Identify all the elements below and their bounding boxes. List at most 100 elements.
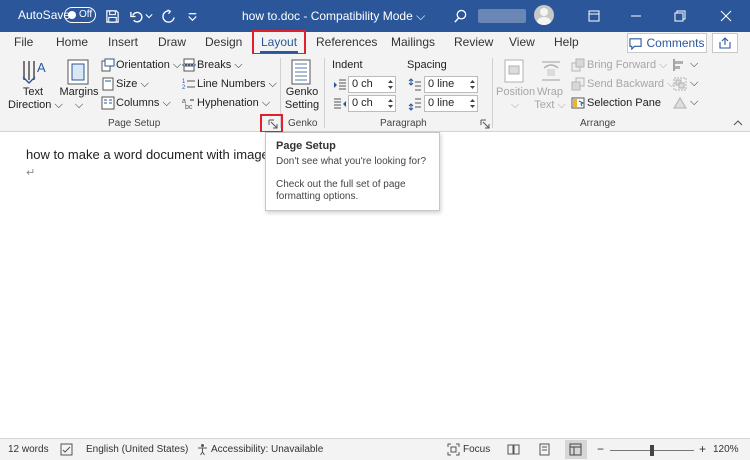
group-separator	[492, 58, 493, 128]
accessibility-status[interactable]: Accessibility: Unavailable	[211, 444, 323, 455]
collapse-ribbon-icon[interactable]	[733, 118, 743, 128]
redo-icon[interactable]	[158, 5, 178, 27]
hyphenation-icon[interactable]: a bc	[182, 96, 196, 111]
wrap-text-icon[interactable]	[540, 58, 562, 84]
tab-file[interactable]: File	[14, 35, 33, 49]
tooltip-body: Check out the full set of page formattin…	[276, 179, 406, 202]
avatar[interactable]	[534, 5, 554, 25]
genko-setting-button[interactable]: Genko Setting	[284, 86, 320, 112]
indent-label: Indent	[332, 59, 363, 71]
tab-review[interactable]: Review	[454, 35, 493, 49]
spinner-icon[interactable]	[469, 97, 476, 110]
undo-icon[interactable]	[126, 5, 146, 27]
document-title[interactable]: how to.doc - Compatibility Mode ⌵	[242, 9, 425, 24]
size-icon[interactable]	[101, 77, 115, 91]
read-mode-icon[interactable]	[507, 443, 520, 456]
hyphenation-button[interactable]: Hyphenation ⌵	[197, 97, 270, 110]
columns-icon[interactable]	[101, 96, 115, 110]
tab-view[interactable]: View	[509, 35, 535, 49]
spacing-after-input[interactable]: 0 line	[424, 95, 478, 112]
tab-design[interactable]: Design	[205, 35, 242, 49]
zoom-in-button[interactable]: +	[699, 442, 706, 456]
position-icon[interactable]	[503, 58, 525, 84]
autosave-label: AutoSave	[18, 8, 71, 22]
line-numbers-button[interactable]: Line Numbers ⌵	[197, 78, 277, 91]
margins-button[interactable]: Margins ⌵	[58, 86, 100, 112]
spacing-before-icon	[408, 78, 422, 92]
indent-left-input[interactable]: 0 ch	[348, 76, 396, 93]
tab-insert[interactable]: Insert	[108, 35, 138, 49]
group-separator	[324, 58, 325, 128]
minimize-icon[interactable]	[614, 0, 658, 32]
comment-icon	[629, 37, 643, 50]
close-icon[interactable]	[704, 0, 748, 32]
columns-button[interactable]: Columns ⌵	[116, 97, 171, 110]
spinner-icon[interactable]	[387, 97, 394, 110]
position-button[interactable]: Position ⌵	[496, 86, 535, 112]
restore-icon[interactable]	[658, 0, 702, 32]
genko-setting-icon[interactable]	[290, 58, 312, 86]
title-bar: AutoSave Off how to.doc - Compatibility …	[0, 0, 750, 32]
language-status[interactable]: English (United States)	[86, 444, 188, 455]
focus-icon[interactable]	[447, 443, 460, 456]
group-dropdown-icon[interactable]: ⌵	[690, 77, 698, 90]
line-numbers-icon[interactable]: 12	[182, 77, 196, 91]
rotate-dropdown-icon[interactable]: ⌵	[690, 96, 698, 109]
spacing-before-input[interactable]: 0 line	[424, 76, 478, 93]
text-direction-button[interactable]: Text Direction ⌵	[8, 86, 63, 112]
genko-group-label: Genko	[288, 118, 318, 129]
tab-draw[interactable]: Draw	[158, 35, 186, 49]
margins-icon[interactable]	[66, 58, 90, 86]
share-icon	[719, 37, 731, 49]
indent-right-icon	[333, 97, 347, 111]
breaks-button[interactable]: Breaks ⌵	[197, 59, 243, 72]
accessibility-icon[interactable]	[196, 443, 209, 456]
ribbon-layout: A Text Direction ⌵ Margins ⌵ Orientation…	[0, 54, 750, 132]
breaks-icon[interactable]	[182, 58, 196, 72]
tab-mailings[interactable]: Mailings	[391, 35, 435, 49]
share-button[interactable]	[712, 33, 738, 53]
rotate-icon[interactable]	[673, 96, 687, 110]
word-count[interactable]: 12 words	[8, 444, 49, 455]
tab-help[interactable]: Help	[554, 35, 579, 49]
orientation-button[interactable]: Orientation ⌵	[116, 59, 181, 72]
tab-references[interactable]: References	[316, 35, 377, 49]
status-bar: 12 words English (United States) Accessi…	[0, 438, 750, 460]
document-text[interactable]: how to make a word document with image	[26, 147, 269, 162]
size-button[interactable]: Size ⌵	[116, 78, 149, 91]
ribbon-display-options-icon[interactable]	[572, 0, 616, 32]
autosave-toggle[interactable]: Off	[64, 7, 96, 23]
bring-forward-button[interactable]: Bring Forward ⌵	[587, 59, 667, 72]
zoom-level[interactable]: 120%	[713, 444, 739, 455]
send-backward-icon[interactable]	[571, 77, 585, 91]
proofing-icon[interactable]	[60, 443, 73, 456]
focus-button[interactable]: Focus	[463, 444, 490, 455]
web-layout-icon[interactable]	[569, 443, 582, 456]
customize-qat-icon[interactable]	[182, 5, 202, 27]
spinner-icon[interactable]	[387, 78, 394, 91]
paragraph-dialog-launcher-icon[interactable]	[480, 119, 490, 129]
comments-button[interactable]: Comments	[627, 33, 707, 53]
wrap-text-button[interactable]: Wrap Text ⌵	[532, 86, 568, 112]
bring-forward-icon[interactable]	[571, 58, 585, 72]
tab-home[interactable]: Home	[56, 35, 88, 49]
indent-right-input[interactable]: 0 ch	[348, 95, 396, 112]
spinner-icon[interactable]	[469, 78, 476, 91]
paragraph-mark: ↵	[26, 167, 36, 179]
send-backward-button[interactable]: Send Backward ⌵	[587, 78, 675, 91]
selection-pane-icon[interactable]	[571, 96, 585, 110]
search-icon[interactable]	[450, 5, 470, 27]
align-icon[interactable]	[673, 58, 687, 72]
group-objects-icon[interactable]	[673, 77, 687, 91]
account-name-redacted	[478, 9, 526, 23]
selection-pane-button[interactable]: Selection Pane	[587, 97, 661, 109]
text-direction-icon[interactable]: A	[20, 58, 46, 86]
align-dropdown-icon[interactable]: ⌵	[690, 58, 698, 71]
zoom-slider-thumb[interactable]	[650, 445, 654, 456]
print-layout-icon[interactable]	[538, 443, 551, 456]
zoom-out-button[interactable]: −	[597, 442, 604, 456]
save-icon[interactable]	[102, 5, 122, 27]
orientation-icon[interactable]	[101, 58, 115, 72]
undo-dropdown-icon[interactable]	[144, 5, 154, 27]
indent-left-icon	[333, 78, 347, 92]
